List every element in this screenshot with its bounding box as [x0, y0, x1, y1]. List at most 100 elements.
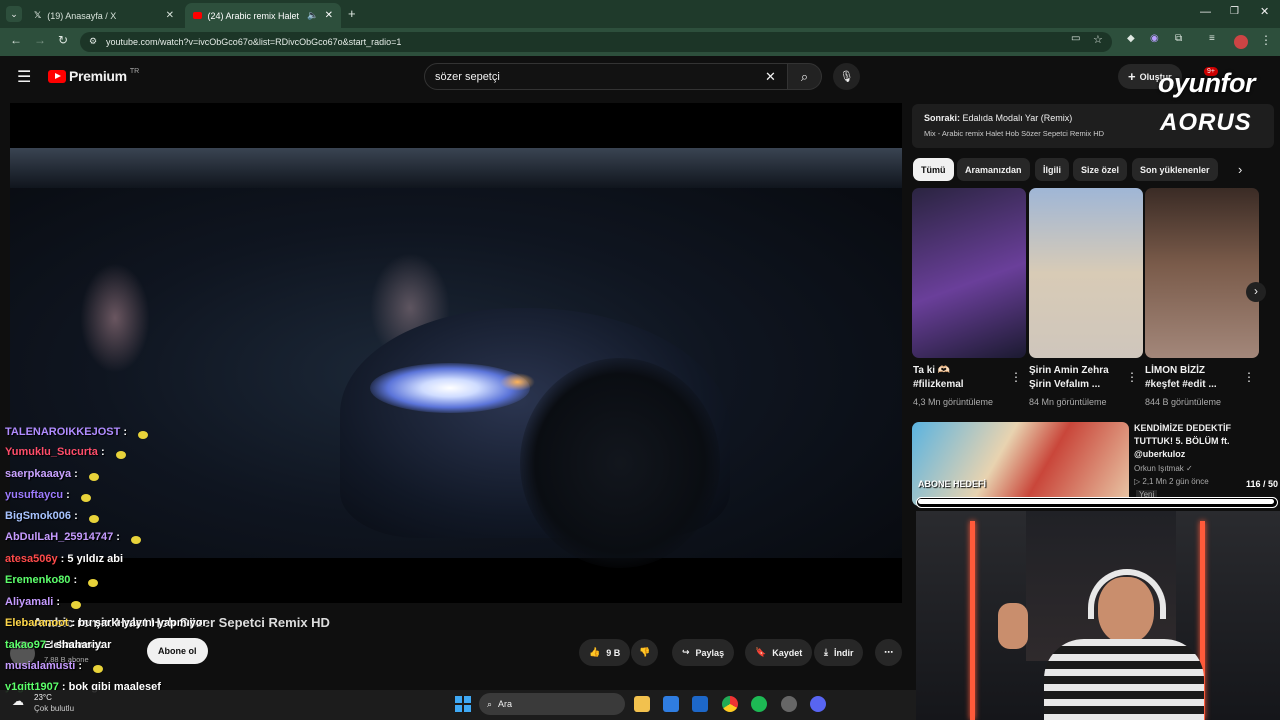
- up-next-card[interactable]: Sonraki: Edalıda Modalı Yar (Remix) Mix …: [912, 104, 1274, 148]
- spotify-icon[interactable]: [751, 696, 767, 712]
- forward-arrow-icon[interactable]: →: [34, 33, 46, 47]
- chat-username[interactable]: atesa506y: [5, 553, 58, 565]
- chip-related[interactable]: İlgili: [1035, 158, 1069, 181]
- chat-text: bu şarkı yayını yapmıyor: [78, 617, 207, 629]
- chevron-right-icon[interactable]: ›: [1238, 162, 1242, 177]
- subscribe-button[interactable]: Abone ol: [147, 638, 208, 664]
- extension-icon[interactable]: ◆: [1127, 33, 1135, 44]
- emote-icon: [138, 431, 149, 439]
- search-button[interactable]: ⌕: [788, 63, 822, 90]
- more-options-icon[interactable]: ⋮: [1126, 370, 1138, 384]
- chat-username[interactable]: saerpkaaaya: [5, 468, 71, 480]
- chat-username[interactable]: TALENAROIKKEJOST: [5, 426, 120, 438]
- back-arrow-icon[interactable]: ←: [10, 33, 22, 47]
- speaker-icon[interactable]: 🔈: [307, 10, 318, 21]
- chip-for-you[interactable]: Size özel: [1073, 158, 1128, 181]
- recommended-thumbnail[interactable]: [912, 422, 1129, 506]
- short-thumbnail[interactable]: [912, 188, 1026, 358]
- menu-kebab-icon[interactable]: ⋮: [1260, 33, 1272, 47]
- emote-icon: [88, 579, 99, 587]
- chip-recent[interactable]: Son yüklenenler: [1132, 158, 1218, 181]
- short-views: 4,3 Mn görüntüleme: [913, 397, 994, 407]
- reading-list-icon[interactable]: ≡: [1209, 33, 1215, 44]
- weather-desc: Çok bulutlu: [34, 704, 75, 713]
- chat-message: Eremenko80 :: [5, 574, 99, 587]
- chip-all[interactable]: Tümü: [913, 158, 954, 181]
- video-player[interactable]: [10, 103, 902, 603]
- address-bar[interactable]: ⚙ youtube.com/watch?v=ivcObGco67o&list=R…: [80, 32, 1112, 52]
- tab-x-home[interactable]: 𝕏 (19) Anasayfa / X ✕: [26, 3, 182, 28]
- chat-username[interactable]: takao97: [5, 639, 46, 651]
- chevron-right-icon[interactable]: ›: [1246, 282, 1266, 302]
- dislike-button[interactable]: 👎: [631, 639, 659, 666]
- chat-message: TALENAROIKKEJOST :: [5, 426, 149, 439]
- chat-username[interactable]: musialamusti: [5, 660, 75, 672]
- download-icon: ⤓: [824, 647, 828, 657]
- tab-label: (24) Arabic remix Halet Hob: [207, 10, 302, 21]
- new-tab-button[interactable]: +: [348, 6, 356, 21]
- chat-username[interactable]: yusuftaycu: [5, 489, 63, 501]
- chat-message: Aliyamali :: [5, 596, 82, 609]
- up-next-title: Edalıda Modalı Yar (Remix): [962, 113, 1073, 123]
- weather-icon[interactable]: ☁: [12, 694, 24, 708]
- start-button[interactable]: [455, 696, 471, 712]
- taskbar-search[interactable]: ⌕ Ara: [479, 693, 625, 715]
- reload-icon[interactable]: ↻: [58, 33, 68, 47]
- discord-icon[interactable]: [810, 696, 826, 712]
- store-icon[interactable]: [663, 696, 679, 712]
- chat-username[interactable]: Eremenko80: [5, 574, 70, 586]
- youtube-logo[interactable]: Premium TR: [48, 68, 139, 84]
- tab-youtube[interactable]: (24) Arabic remix Halet Hob 🔈 ✕: [185, 3, 341, 28]
- short-thumbnail[interactable]: [1029, 188, 1143, 358]
- chat-username[interactable]: Aliyamali: [5, 596, 53, 608]
- more-options-icon[interactable]: ⋮: [1010, 370, 1022, 384]
- clear-search-icon[interactable]: ✕: [765, 69, 776, 85]
- rec-channel[interactable]: Orkun Işıtmak ✓: [1134, 464, 1193, 473]
- chat-username[interactable]: AbDulLaH_25914747: [5, 531, 113, 543]
- tab-label: (19) Anasayfa / X: [47, 10, 117, 21]
- chip-from-search[interactable]: Aramanızdan: [957, 158, 1030, 181]
- chat-message: BigSmok006 :: [5, 510, 99, 523]
- oyunfor-brand-overlay: oyunfor: [1158, 68, 1256, 98]
- share-label: Paylaş: [695, 647, 725, 658]
- puzzle-extensions-icon[interactable]: ⧉: [1175, 33, 1182, 44]
- tab-list-chevron-icon[interactable]: ⌄: [6, 6, 22, 22]
- short-thumbnail[interactable]: [1145, 188, 1259, 358]
- share-button[interactable]: ↪ Paylaş: [672, 639, 735, 666]
- profile-avatar[interactable]: [1234, 35, 1248, 49]
- like-count: 9 B: [606, 647, 621, 658]
- minimize-button[interactable]: —: [1200, 6, 1211, 18]
- more-options-icon[interactable]: ⋮: [1243, 370, 1255, 384]
- search-input[interactable]: sözer sepetçi ✕: [424, 63, 788, 90]
- hamburger-menu-icon[interactable]: ☰: [17, 67, 31, 87]
- app-icon[interactable]: [781, 696, 797, 712]
- cast-icon[interactable]: ▭: [1071, 33, 1080, 44]
- up-next-prefix: Sonraki:: [924, 113, 961, 123]
- bookmark-star-icon[interactable]: ☆: [1093, 33, 1103, 46]
- close-window-button[interactable]: ✕: [1260, 5, 1269, 18]
- file-explorer-icon[interactable]: [634, 696, 650, 712]
- extension-icon[interactable]: ◉: [1150, 33, 1159, 44]
- chrome-icon[interactable]: [722, 696, 738, 712]
- maximize-button[interactable]: ❐: [1230, 6, 1239, 17]
- short-title-line2: #keşfet #edit ...: [1145, 379, 1217, 390]
- site-info-icon[interactable]: ⚙: [89, 36, 97, 47]
- download-button[interactable]: ⤓ İndir: [814, 639, 864, 666]
- more-actions-button[interactable]: ⋯: [875, 639, 902, 666]
- save-button[interactable]: 🔖 Kaydet: [745, 639, 813, 666]
- emote-icon: [93, 665, 104, 673]
- chat-username[interactable]: Elebaranoot: [5, 617, 69, 629]
- voice-search-button[interactable]: 🎙: [833, 63, 860, 90]
- like-button[interactable]: 👍 9 B: [579, 639, 631, 666]
- emote-icon: [88, 473, 99, 481]
- chat-message: takao97 : shahariyar: [5, 639, 112, 651]
- mail-icon[interactable]: [692, 696, 708, 712]
- short-views: 844 B görüntüleme: [1145, 397, 1222, 407]
- chat-message: musialamusti :: [5, 660, 104, 673]
- chat-username[interactable]: Yumuklu_Sucurta: [5, 446, 98, 458]
- close-icon[interactable]: ✕: [325, 10, 333, 21]
- rec-channel-name[interactable]: Orkun Işıtmak: [1134, 464, 1184, 473]
- close-icon[interactable]: ✕: [166, 10, 174, 21]
- search-icon: ⌕: [487, 698, 493, 709]
- chat-username[interactable]: BigSmok006: [5, 510, 71, 522]
